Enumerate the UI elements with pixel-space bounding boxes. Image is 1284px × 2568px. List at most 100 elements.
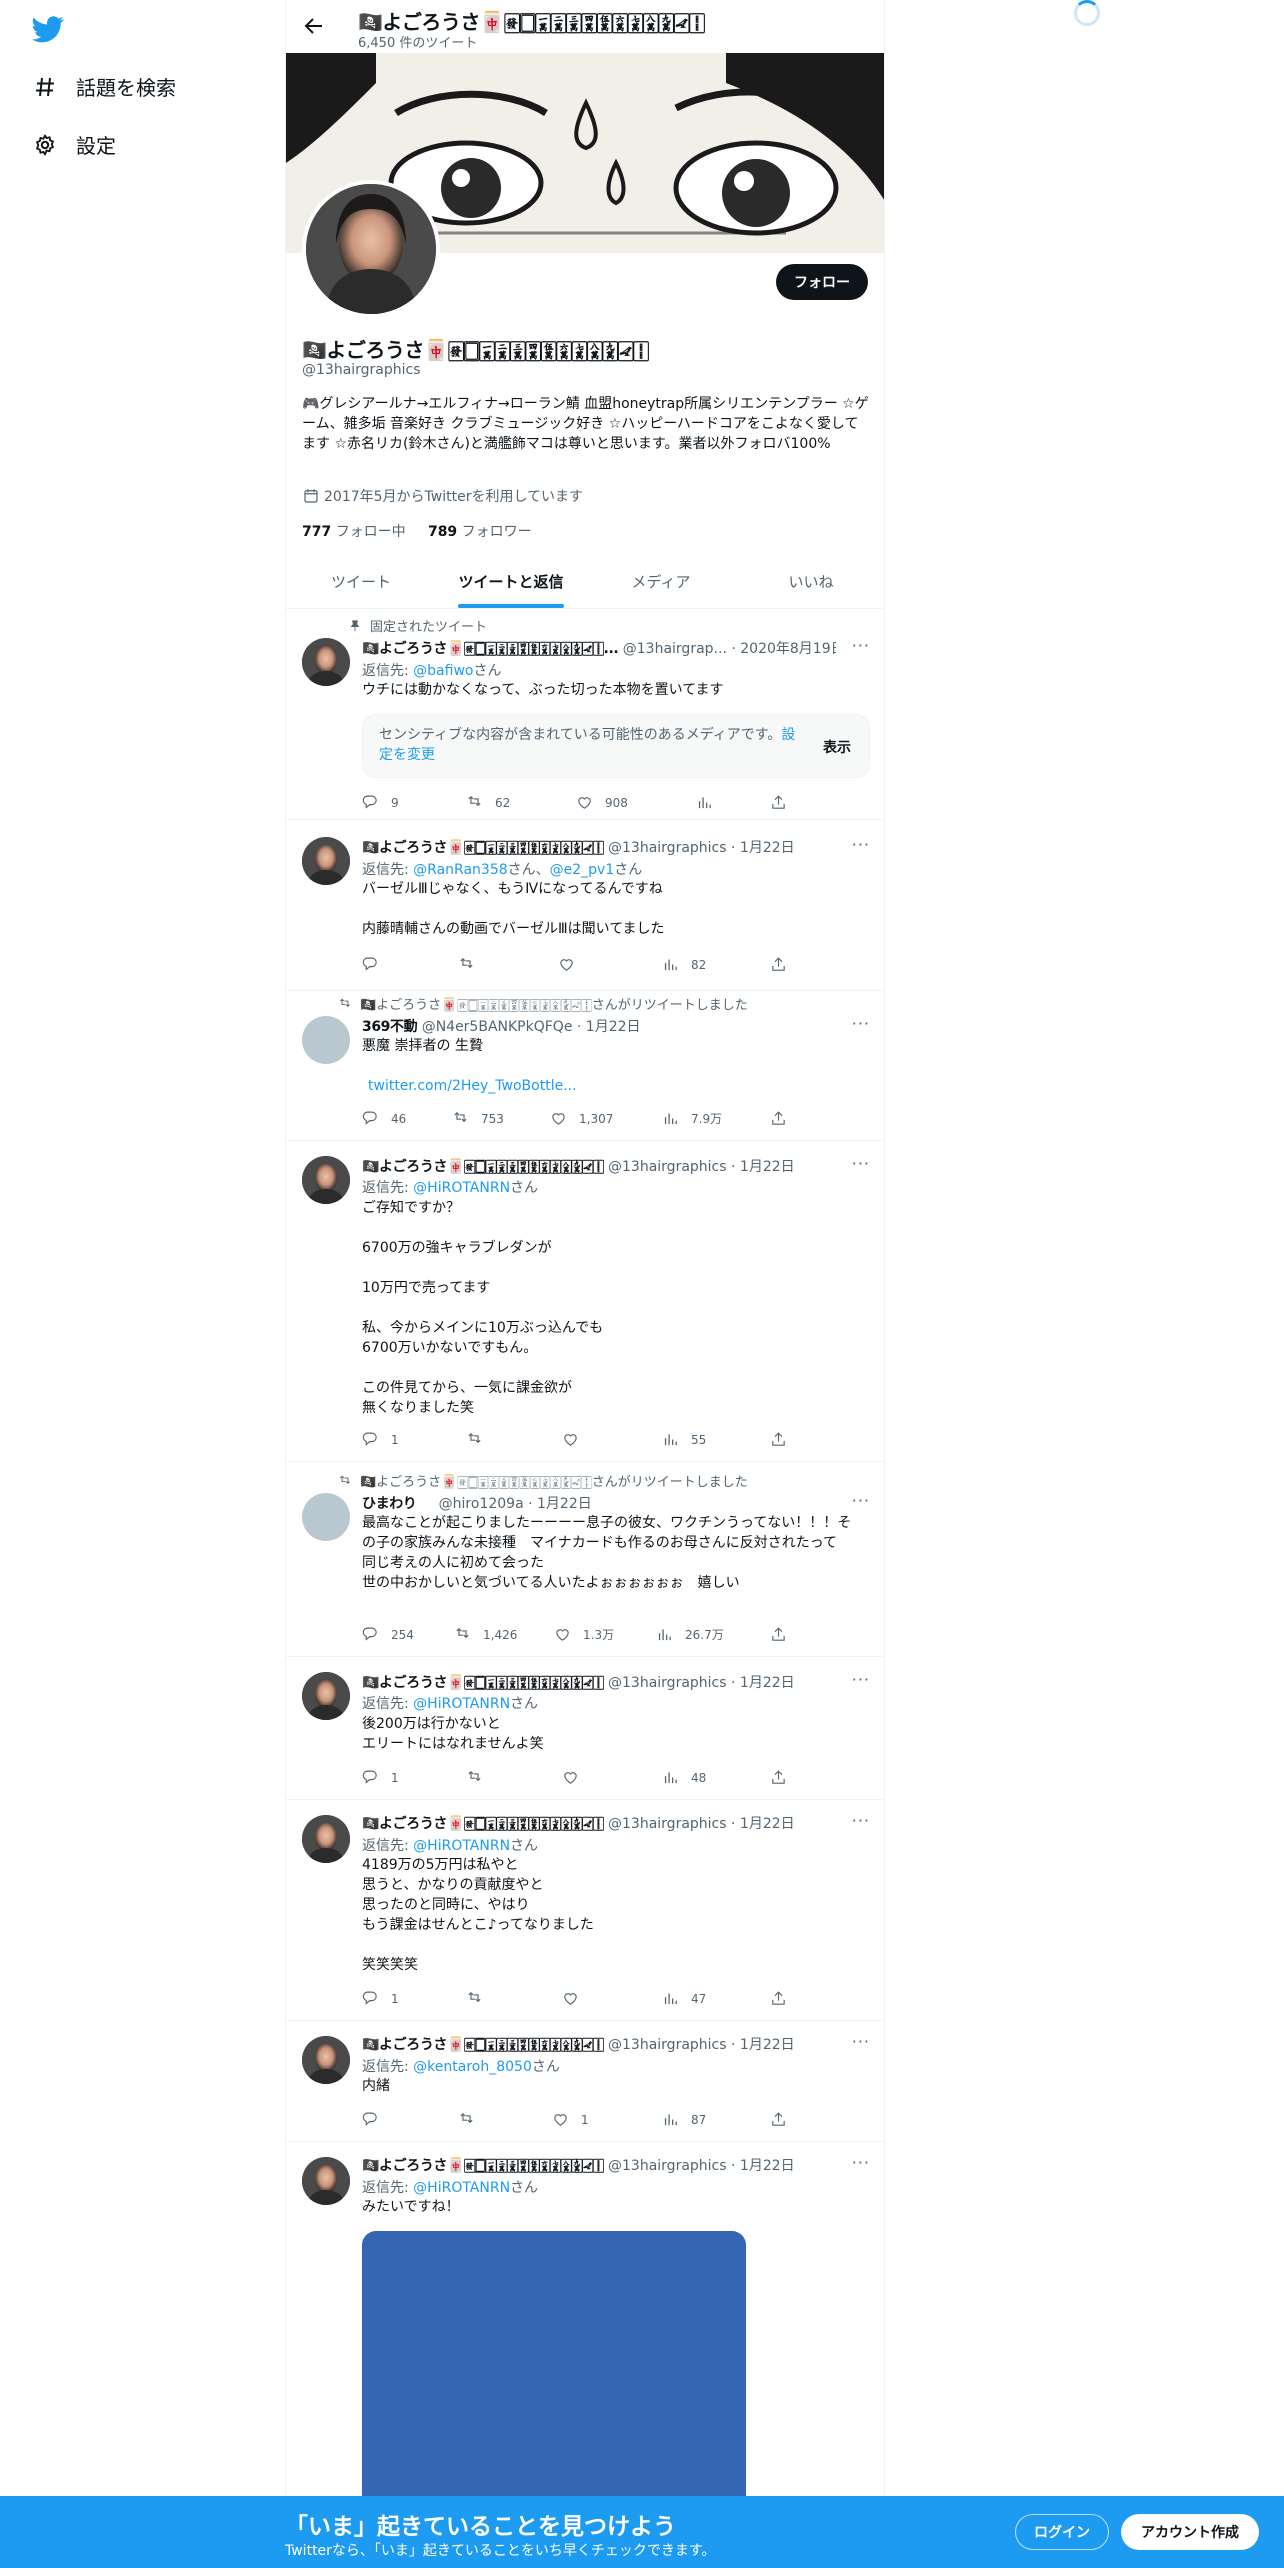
reply-button[interactable]: 1 <box>362 1769 399 1786</box>
reply-to-link[interactable]: @bafiwo <box>413 663 473 679</box>
reply-button[interactable] <box>362 2111 391 2128</box>
author-name[interactable]: 🏴‍☠️よごろうさ🀄🀅🀆🀇🀈🀉🀊🀋🀌🀍🀎🀏🀐🀑 <box>362 1159 604 1175</box>
more-icon[interactable]: ··· <box>852 2153 870 2172</box>
views-button[interactable]: 48 <box>662 1769 706 1786</box>
reply-to-link[interactable]: @HiROTANRN <box>413 2180 510 2196</box>
retweet-text[interactable]: 🏴‍☠️よごろうさ🀄🀅🀆🀇🀈🀉🀊🀋🀌🀍🀎🀏🀐🀑さんがリツイートしました <box>360 994 748 1013</box>
like-button[interactable] <box>562 1431 591 1448</box>
retweet-button[interactable]: 62 <box>466 794 510 811</box>
share-button[interactable] <box>770 1431 799 1448</box>
reply-to-link[interactable]: @e2_pv1 <box>550 862 615 878</box>
like-button[interactable]: 1.3万 <box>554 1626 614 1643</box>
retweet-button[interactable] <box>466 1990 495 2007</box>
tweet-link[interactable]: twitter.com/2Hey_TwoBottle... <box>368 1076 868 1096</box>
back-arrow-icon[interactable] <box>302 14 326 38</box>
more-icon[interactable]: ··· <box>852 1014 870 1033</box>
signup-button[interactable]: アカウント作成 <box>1121 2514 1259 2550</box>
retweet-button[interactable] <box>466 1769 495 1786</box>
like-button[interactable] <box>562 1769 591 1786</box>
twitter-logo-icon[interactable] <box>32 13 64 45</box>
reply-to-link[interactable]: @HiROTANRN <box>413 1696 510 1712</box>
author-handle[interactable]: @13hairgraphics <box>608 840 727 856</box>
nav-settings[interactable]: 設定 <box>32 130 116 159</box>
tweet-date[interactable]: 1月22日 <box>740 1159 795 1175</box>
author-handle[interactable]: @13hairgraphics <box>608 1159 727 1175</box>
share-button[interactable] <box>770 1990 799 2007</box>
author-handle[interactable]: @hiro1209a <box>439 1496 524 1512</box>
tab-likes[interactable]: いいね <box>736 555 884 608</box>
avatar[interactable] <box>302 1493 350 1541</box>
tweet[interactable]: 🏴‍☠️よごろうさ🀄🀅🀆🀇🀈🀉🀊🀋🀌🀍🀎🀏🀐🀑 @13hairgraphics … <box>286 821 884 991</box>
author-name[interactable]: ひまわり <box>362 1496 417 1512</box>
tweet-date[interactable]: 1月22日 <box>740 2158 795 2174</box>
tweet-date[interactable]: 1月22日 <box>740 1675 795 1691</box>
follow-button[interactable]: フォロー <box>776 264 868 300</box>
author-handle[interactable]: @13hairgraphics <box>608 1675 727 1691</box>
tweet[interactable]: 🏴‍☠️よごろうさ🀄🀅🀆🀇🀈🀉🀊🀋🀌🀍🀎🀏🀐🀑 @13hairgraphics … <box>286 1658 884 1800</box>
share-button[interactable] <box>770 2111 799 2128</box>
like-button[interactable]: 1,307 <box>550 1110 613 1127</box>
retweet-button[interactable] <box>458 2111 487 2128</box>
author-name[interactable]: 🏴‍☠️よごろうさ🀄🀅🀆🀇🀈🀉🀊🀋🀌🀍🀎🀏🀐🀑 <box>362 1816 604 1832</box>
reply-button[interactable]: 9 <box>362 794 399 811</box>
tweet-date[interactable]: 2020年8月19日 <box>740 641 836 657</box>
show-button[interactable]: 表示 <box>823 737 851 757</box>
profile-avatar[interactable] <box>302 180 440 318</box>
avatar[interactable] <box>302 638 350 686</box>
login-button[interactable]: ログイン <box>1015 2514 1109 2550</box>
tweet-date[interactable]: 1月22日 <box>740 840 795 856</box>
followers-link[interactable]: 789 フォロワー <box>428 524 532 540</box>
reply-button[interactable]: 1 <box>362 1431 399 1448</box>
author-handle[interactable]: @13hairgraphics <box>608 2158 727 2174</box>
views-button[interactable]: 7.9万 <box>662 1110 722 1127</box>
views-button[interactable]: 26.7万 <box>656 1626 724 1643</box>
author-handle[interactable]: @13hairgrap... <box>623 641 727 657</box>
more-icon[interactable]: ··· <box>852 1491 870 1510</box>
avatar[interactable] <box>302 2036 350 2084</box>
reply-to-link[interactable]: @HiROTANRN <box>413 1838 510 1854</box>
like-button[interactable] <box>558 956 587 973</box>
nav-explore[interactable]: 話題を検索 <box>32 72 176 101</box>
avatar[interactable] <box>302 1815 350 1863</box>
share-button[interactable] <box>770 794 799 811</box>
views-button[interactable] <box>696 794 725 811</box>
share-button[interactable] <box>770 1769 799 1786</box>
retweet-button[interactable]: 753 <box>452 1110 504 1127</box>
tweet-retweet[interactable]: 🏴‍☠️よごろうさ🀄🀅🀆🀇🀈🀉🀊🀋🀌🀍🀎🀏🀐🀑さんがリツイートしました ひまわり… <box>286 1463 884 1657</box>
tweet-date[interactable]: 1月22日 <box>740 2037 795 2053</box>
reply-button[interactable] <box>362 956 391 973</box>
author-name[interactable]: 369不動 <box>362 1019 418 1035</box>
views-button[interactable]: 47 <box>662 1990 706 2007</box>
views-button[interactable]: 55 <box>662 1431 706 1448</box>
tweet-date[interactable]: 1月22日 <box>537 1496 592 1512</box>
like-button[interactable] <box>562 1990 591 2007</box>
reply-to-link[interactable]: @HiROTANRN <box>413 1180 510 1196</box>
share-button[interactable] <box>770 1626 799 1643</box>
author-name[interactable]: 🏴‍☠️よごろうさ🀄🀅🀆🀇🀈🀉🀊🀋🀌🀍🀎🀏🀐🀑 <box>362 2037 604 2053</box>
retweet-text[interactable]: 🏴‍☠️よごろうさ🀄🀅🀆🀇🀈🀉🀊🀋🀌🀍🀎🀏🀐🀑さんがリツイートしました <box>360 1471 748 1490</box>
author-name[interactable]: 🏴‍☠️よごろうさ🀄🀅🀆🀇🀈🀉🀊🀋🀌🀍🀎🀏🀐🀑 <box>362 1675 604 1691</box>
avatar[interactable] <box>302 1016 350 1064</box>
like-button[interactable]: 908 <box>576 794 628 811</box>
following-link[interactable]: 777 フォロー中 <box>302 524 406 540</box>
tab-tweets-and-replies[interactable]: ツイートと返信 <box>436 555 586 608</box>
more-icon[interactable]: ··· <box>852 636 870 655</box>
reply-button[interactable]: 1 <box>362 1990 399 2007</box>
author-handle[interactable]: @13hairgraphics <box>608 1816 727 1832</box>
author-handle[interactable]: @13hairgraphics <box>608 2037 727 2053</box>
more-icon[interactable]: ··· <box>852 1811 870 1830</box>
author-name[interactable]: 🏴‍☠️よごろうさ🀄🀅🀆🀇🀈🀉🀊🀋🀌🀍🀎🀏🀐🀑... <box>362 641 619 657</box>
author-name[interactable]: 🏴‍☠️よごろうさ🀄🀅🀆🀇🀈🀉🀊🀋🀌🀍🀎🀏🀐🀑 <box>362 2158 604 2174</box>
tab-media[interactable]: メディア <box>586 555 736 608</box>
tweet-date[interactable]: 1月22日 <box>586 1019 641 1035</box>
reply-button[interactable]: 254 <box>362 1626 414 1643</box>
avatar[interactable] <box>302 1672 350 1720</box>
retweet-button[interactable] <box>458 956 487 973</box>
views-button[interactable]: 87 <box>662 2111 706 2128</box>
retweet-button[interactable] <box>466 1431 495 1448</box>
reply-to-link[interactable]: @kentaroh_8050 <box>413 2059 532 2075</box>
more-icon[interactable]: ··· <box>852 2032 870 2051</box>
tab-tweets[interactable]: ツイート <box>286 555 436 608</box>
tweet[interactable]: 🏴‍☠️よごろうさ🀄🀅🀆🀇🀈🀉🀊🀋🀌🀍🀎🀏🀐🀑 @13hairgraphics … <box>286 2022 884 2142</box>
views-button[interactable]: 82 <box>662 956 706 973</box>
